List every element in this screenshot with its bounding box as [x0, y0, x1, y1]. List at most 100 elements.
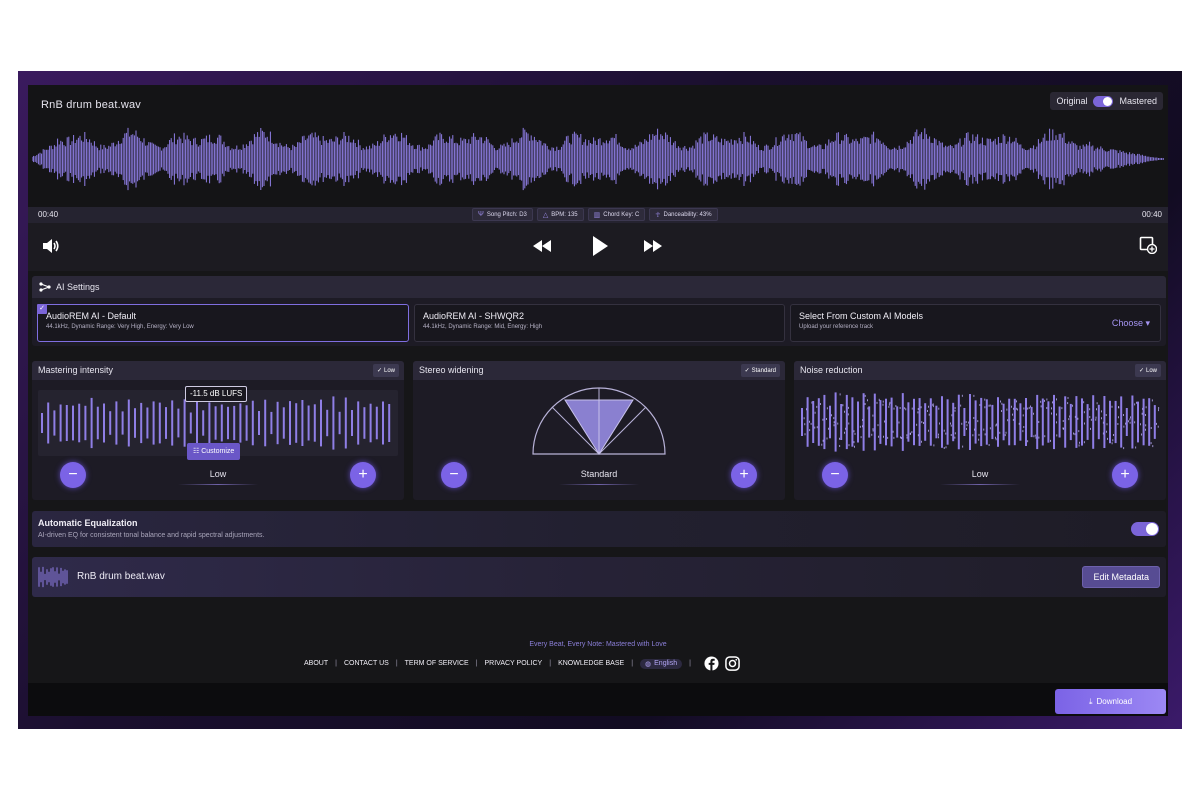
check-icon: ✓ [37, 304, 47, 314]
check-icon: ✓ [744, 368, 750, 374]
customize-button[interactable]: ☷ Customize [187, 443, 241, 460]
choose-label: Choose [1111, 318, 1143, 328]
footer-link-privacy[interactable]: PRIVACY POLICY [485, 660, 543, 667]
main-waveform[interactable] [32, 123, 1164, 195]
instagram-icon[interactable] [725, 656, 740, 671]
stereo-widening-title: Stereo widening [419, 365, 484, 375]
noise-reduction-panel: Noise reduction ✓ Low − Low + [794, 361, 1166, 500]
lufs-readout: -11.5 dB LUFS [185, 386, 248, 402]
globe-icon: ◍ [645, 660, 652, 668]
download-label: Download [1096, 697, 1133, 706]
auto-eq-description: AI-driven EQ for consistent tonal balanc… [38, 532, 265, 539]
current-time: 00:40 [38, 210, 59, 219]
ai-model-subtitle: 44.1kHz, Dynamic Range: Mid, Energy: Hig… [423, 324, 543, 330]
stereo-widening-panel: Stereo widening ✓ Standard − Standard + [413, 361, 785, 500]
mastering-badge-text: Low [383, 367, 395, 374]
ai-model-shwqr2[interactable]: AudioREM AI - SHWQR2 44.1kHz, Dynamic Ra… [414, 304, 785, 342]
noise-increase-button[interactable]: + [1112, 462, 1138, 488]
noise-level: Low [971, 469, 989, 479]
download-icon: ⤓ [1088, 696, 1093, 706]
footer-link-about[interactable]: ABOUT [304, 660, 328, 667]
stereo-level: Standard [580, 469, 618, 479]
track-stats: Ψ Song Pitch: D3 △ BPM: 135 ▥ Chord Key: C … [472, 208, 718, 221]
automatic-equalization-row: Automatic Equalization AI-driven EQ for … [32, 511, 1166, 547]
check-icon: ✓ [376, 368, 382, 374]
mastering-increase-button[interactable]: + [350, 462, 376, 488]
mastering-level: Low [209, 469, 227, 479]
footer-link-knowledge-base[interactable]: KNOWLEDGE BASE [558, 660, 624, 667]
customize-label: Customize [201, 448, 235, 455]
mastering-intensity-header: Mastering intensity ✓ Low [32, 361, 404, 380]
facebook-icon[interactable] [704, 656, 719, 671]
noise-reduction-title: Noise reduction [800, 365, 863, 375]
original-mastered-toggle[interactable]: Original Mastered [1050, 92, 1163, 110]
check-icon: ✓ [1138, 368, 1144, 374]
bpm-pill: △ BPM: 135 [536, 208, 584, 221]
choose-dropdown[interactable]: Choose ▾ [1112, 318, 1150, 329]
stereo-field-diagram [532, 387, 666, 455]
auto-eq-title: Automatic Equalization [38, 518, 138, 528]
piano-icon: ▥ [593, 211, 601, 219]
toggle-switch[interactable] [1093, 95, 1114, 107]
language-selector[interactable]: ◍ English [640, 658, 683, 669]
stereo-increase-button[interactable]: + [731, 462, 757, 488]
mastering-intensity-title: Mastering intensity [38, 365, 114, 375]
noise-visual [801, 392, 1160, 452]
ai-model-subtitle: 44.1kHz, Dynamic Range: Very High, Energ… [46, 324, 194, 330]
bottom-bar [28, 683, 1168, 716]
noise-badge: ✓ Low [1134, 364, 1161, 377]
ai-model-title: AudioREM AI - Default [46, 311, 137, 321]
download-button[interactable]: ⤓ Download [1055, 689, 1166, 714]
ai-model-custom[interactable]: Select From Custom AI Models Upload your… [790, 304, 1161, 342]
danceability-text: Danceability: 43% [663, 211, 712, 218]
chord-key-pill: ▥ Chord Key: C [587, 208, 646, 221]
level-underline [559, 484, 639, 485]
ai-model-subtitle: Upload your reference track [799, 324, 874, 330]
level-underline [940, 484, 1020, 485]
export-icon[interactable] [1139, 236, 1157, 254]
transport-controls [28, 223, 1168, 271]
dancer-icon: ☥ [655, 211, 661, 219]
volume-icon[interactable] [42, 238, 60, 254]
footer-tagline: Every Beat, Every Note: Mastered with Lo… [529, 641, 667, 648]
play-icon[interactable] [591, 235, 609, 257]
total-time: 00:40 [1141, 210, 1162, 219]
waveform-area: RnB drum beat.wav Original Mastered [28, 85, 1168, 207]
mastering-badge: ✓ Low [372, 364, 399, 377]
info-bar: 00:40 Ψ Song Pitch: D3 △ BPM: 135 ▥ Chord K… [28, 207, 1168, 223]
bpm-text: BPM: 135 [551, 211, 578, 218]
song-pitch-text: Song Pitch: D3 [486, 211, 527, 218]
waveform-icon [38, 566, 68, 588]
song-pitch-pill: Ψ Song Pitch: D3 [472, 208, 533, 221]
ai-model-default[interactable]: ✓ AudioREM AI - Default 44.1kHz, Dynamic… [37, 304, 409, 342]
chevron-down-icon: ▾ [1145, 318, 1150, 328]
rewind-icon[interactable] [532, 239, 552, 253]
stereo-badge-text: Standard [751, 367, 776, 374]
footer-link-contact[interactable]: CONTACT US [344, 660, 389, 667]
mastering-app: RnB drum beat.wav Original Mastered 00:4… [28, 85, 1168, 716]
metronome-icon: △ [542, 211, 549, 219]
toggle-original-label: Original [1056, 96, 1088, 106]
danceability-pill: ☥ Danceability: 43% [649, 208, 718, 221]
auto-eq-toggle[interactable] [1131, 522, 1159, 536]
footer-link-terms[interactable]: TERM OF SERVICE [405, 660, 469, 667]
fast-forward-icon[interactable] [643, 239, 663, 253]
stereo-widening-header: Stereo widening ✓ Standard [413, 361, 785, 380]
ai-model-title: Select From Custom AI Models [799, 311, 924, 321]
footer-links: ABOUT | CONTACT US | TERM OF SERVICE | PRIV… [304, 656, 740, 671]
sliders-icon: ☷ [193, 448, 202, 455]
track-name: RnB drum beat.wav [77, 571, 165, 582]
ai-network-icon [39, 282, 51, 292]
file-title: RnB drum beat.wav [41, 99, 141, 111]
edit-metadata-button[interactable]: Edit Metadata [1082, 566, 1160, 588]
stereo-badge: ✓ Standard [740, 364, 780, 377]
ai-model-title: AudioREM AI - SHWQR2 [423, 311, 525, 321]
tuning-fork-icon: Ψ [478, 211, 484, 218]
chord-key-text: Chord Key: C [603, 211, 640, 218]
level-underline [178, 484, 258, 485]
toggle-mastered-label: Mastered [1119, 96, 1157, 106]
ai-settings-title: AI Settings [56, 282, 100, 292]
ai-settings-header: AI Settings [32, 276, 1166, 298]
language-label: English [654, 660, 678, 667]
noise-reduction-header: Noise reduction ✓ Low [794, 361, 1166, 380]
